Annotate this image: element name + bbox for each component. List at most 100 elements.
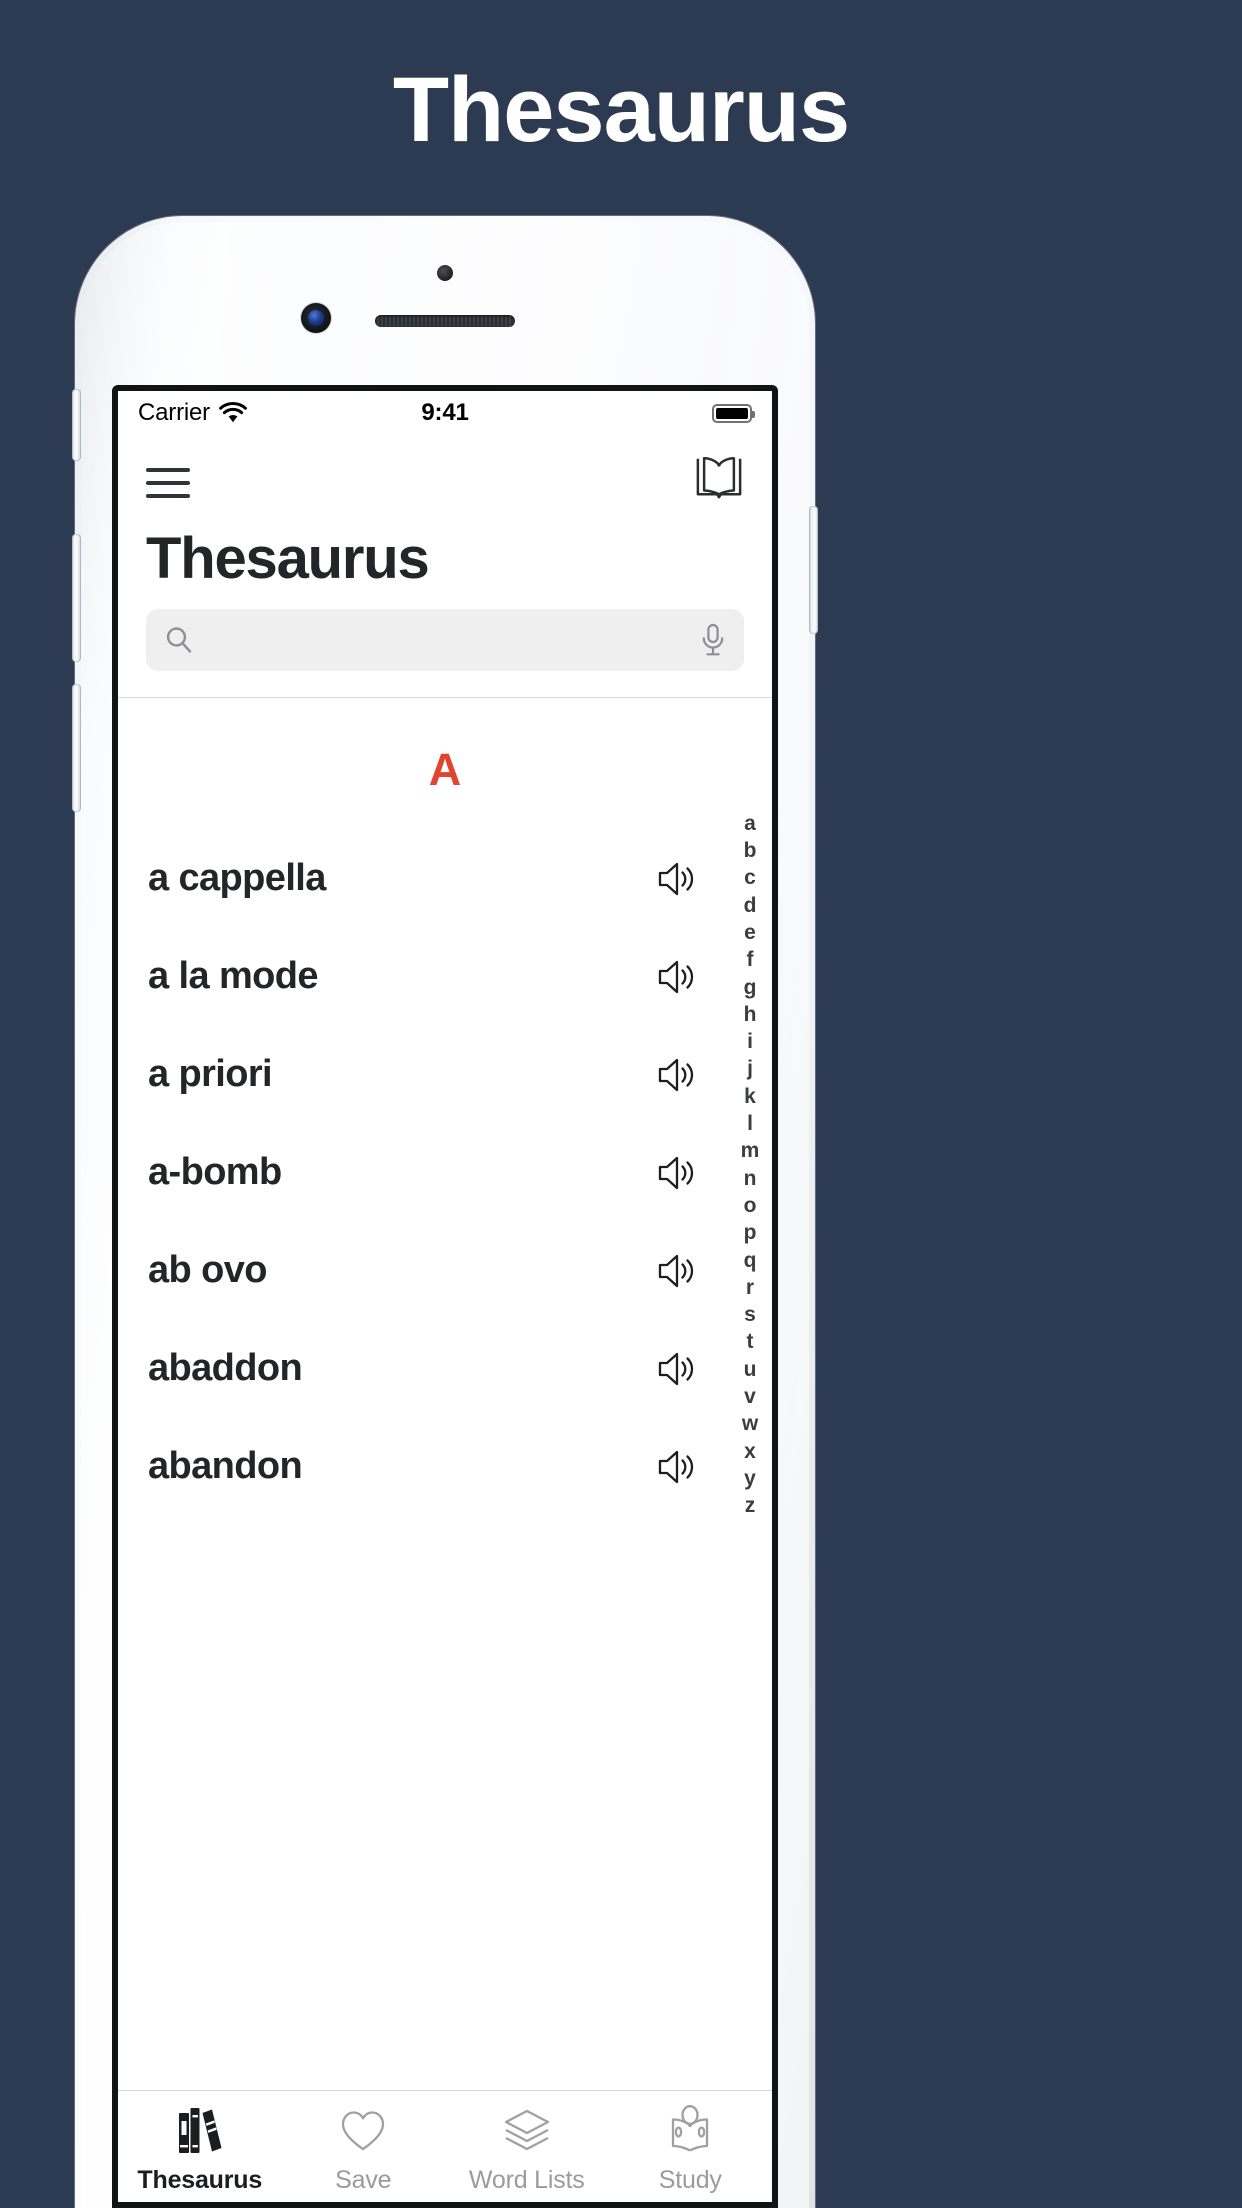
- search-input[interactable]: [206, 624, 688, 656]
- search-container: [118, 591, 772, 697]
- word-list: a cappella a la mode a priori a-bomb ab …: [118, 830, 772, 1516]
- alphabet-index-letter-a[interactable]: a: [744, 810, 756, 837]
- volume-up-button[interactable]: [72, 534, 81, 662]
- alphabet-index-letter-b[interactable]: b: [744, 837, 757, 864]
- speaker-icon: [658, 1254, 694, 1287]
- pronounce-button[interactable]: [656, 1055, 700, 1095]
- mute-switch[interactable]: [72, 389, 81, 461]
- word-list-region: A a cappella a la mode a priori a-bomb a…: [118, 697, 772, 2090]
- page-title: Thesaurus: [392, 59, 850, 161]
- alphabet-index-letter-h[interactable]: h: [744, 1001, 757, 1028]
- pronounce-button[interactable]: [656, 1447, 700, 1487]
- tab-label: Save: [335, 2166, 392, 2194]
- search-bar[interactable]: [146, 608, 744, 671]
- alphabet-index-letter-z[interactable]: z: [745, 1492, 756, 1519]
- layers-icon: [501, 2104, 553, 2158]
- word-list-item[interactable]: a la mode: [118, 928, 772, 1026]
- word-label: a-bomb: [148, 1151, 282, 1194]
- alphabet-index-letter-t[interactable]: t: [747, 1328, 754, 1355]
- tab-save[interactable]: Save: [282, 2091, 446, 2202]
- alphabet-index-letter-j[interactable]: j: [747, 1055, 753, 1082]
- alphabet-index-letter-u[interactable]: u: [744, 1356, 757, 1383]
- books-icon: [175, 2104, 225, 2158]
- hamburger-menu-icon[interactable]: [146, 453, 190, 513]
- hamburger-line: [146, 468, 190, 472]
- app-screen: Carrier 9:41 Thesaurus A a cappella a la…: [118, 391, 772, 2202]
- bottom-tab-bar: Thesaurus Save Word Lists Study: [118, 2090, 772, 2202]
- sensor-dot-icon: [437, 265, 453, 281]
- app-header-title: Thesaurus: [146, 526, 430, 591]
- pronounce-button[interactable]: [656, 1251, 700, 1291]
- carrier-label: Carrier: [138, 399, 210, 426]
- word-list-item[interactable]: a priori: [118, 1026, 772, 1124]
- alphabet-index-letter-f[interactable]: f: [747, 946, 754, 973]
- speaker-icon: [658, 1352, 694, 1385]
- app-navbar: [118, 435, 772, 513]
- status-bar-right: [712, 403, 755, 423]
- word-list-item[interactable]: a cappella: [118, 830, 772, 928]
- speaker-icon: [658, 960, 694, 993]
- tab-thesaurus[interactable]: Thesaurus: [118, 2091, 282, 2202]
- speaker-icon: [658, 1156, 694, 1189]
- hamburger-line: [146, 494, 190, 498]
- alphabet-index-letter-d[interactable]: d: [744, 892, 757, 919]
- pronounce-button[interactable]: [656, 957, 700, 997]
- power-button[interactable]: [809, 506, 818, 634]
- alphabet-index-letter-x[interactable]: x: [744, 1438, 756, 1465]
- word-label: a priori: [148, 1053, 273, 1096]
- alphabet-index-letter-r[interactable]: r: [746, 1274, 754, 1301]
- pronounce-button[interactable]: [656, 859, 700, 899]
- tab-study[interactable]: Study: [609, 2091, 773, 2202]
- battery-full-icon: [712, 403, 755, 423]
- status-bar: Carrier 9:41: [118, 391, 772, 435]
- word-list-item[interactable]: a-bomb: [118, 1124, 772, 1222]
- alphabet-index-letter-n[interactable]: n: [744, 1165, 757, 1192]
- tab-label: Word Lists: [468, 2166, 585, 2194]
- alphabet-index-letter-o[interactable]: o: [744, 1192, 757, 1219]
- word-label: abaddon: [148, 1347, 303, 1390]
- word-label: abandon: [148, 1445, 303, 1488]
- word-label: ab ovo: [148, 1249, 267, 1292]
- speaker-icon: [658, 1058, 694, 1091]
- alphabet-index-letter-y[interactable]: y: [744, 1465, 756, 1492]
- alphabet-index-letter-g[interactable]: g: [744, 974, 757, 1001]
- tab-label: Thesaurus: [137, 2166, 263, 2194]
- front-camera-icon: [301, 303, 331, 333]
- speaker-icon: [658, 862, 694, 895]
- alphabet-index-letter-i[interactable]: i: [747, 1028, 753, 1055]
- alphabet-index-letter-c[interactable]: c: [744, 864, 756, 891]
- tab-word-lists[interactable]: Word Lists: [445, 2091, 609, 2202]
- section-header-letter: A: [428, 743, 462, 795]
- pronounce-button[interactable]: [656, 1349, 700, 1389]
- alphabet-index-letter-w[interactable]: w: [742, 1410, 758, 1437]
- person-reading-icon: [664, 2104, 716, 2158]
- battery-fill: [716, 407, 748, 419]
- alphabet-index-letter-k[interactable]: k: [744, 1083, 756, 1110]
- alphabet-index-letter-m[interactable]: m: [741, 1137, 760, 1164]
- phone-device-frame: Carrier 9:41 Thesaurus A a cappella a la…: [72, 216, 818, 2208]
- word-list-item[interactable]: abandon: [118, 1418, 772, 1516]
- microphone-icon[interactable]: [700, 623, 726, 657]
- alphabet-index-letter-e[interactable]: e: [744, 919, 756, 946]
- heart-icon: [339, 2104, 387, 2158]
- open-book-icon[interactable]: [694, 453, 744, 501]
- alphabet-index-letter-s[interactable]: s: [744, 1301, 756, 1328]
- word-list-item[interactable]: ab ovo: [118, 1222, 772, 1320]
- alphabet-index-letter-l[interactable]: l: [747, 1110, 753, 1137]
- speaker-icon: [658, 1450, 694, 1483]
- tab-label: Study: [658, 2166, 722, 2194]
- screen-bezel: Carrier 9:41 Thesaurus A a cappella a la…: [112, 385, 778, 2208]
- pronounce-button[interactable]: [656, 1153, 700, 1193]
- search-icon: [166, 627, 192, 653]
- alphabet-index-rail[interactable]: abcdefghijklmnopqrstuvwxyz: [736, 810, 764, 1520]
- alphabet-index-letter-p[interactable]: p: [744, 1219, 757, 1246]
- alphabet-index-letter-v[interactable]: v: [744, 1383, 756, 1410]
- alphabet-index-letter-q[interactable]: q: [744, 1247, 757, 1274]
- word-list-item[interactable]: abaddon: [118, 1320, 772, 1418]
- word-label: a la mode: [148, 955, 318, 998]
- word-label: a cappella: [148, 857, 326, 900]
- hamburger-line: [146, 481, 190, 485]
- status-bar-left: Carrier: [138, 399, 247, 427]
- earpiece-speaker-icon: [375, 315, 515, 327]
- volume-down-button[interactable]: [72, 684, 81, 812]
